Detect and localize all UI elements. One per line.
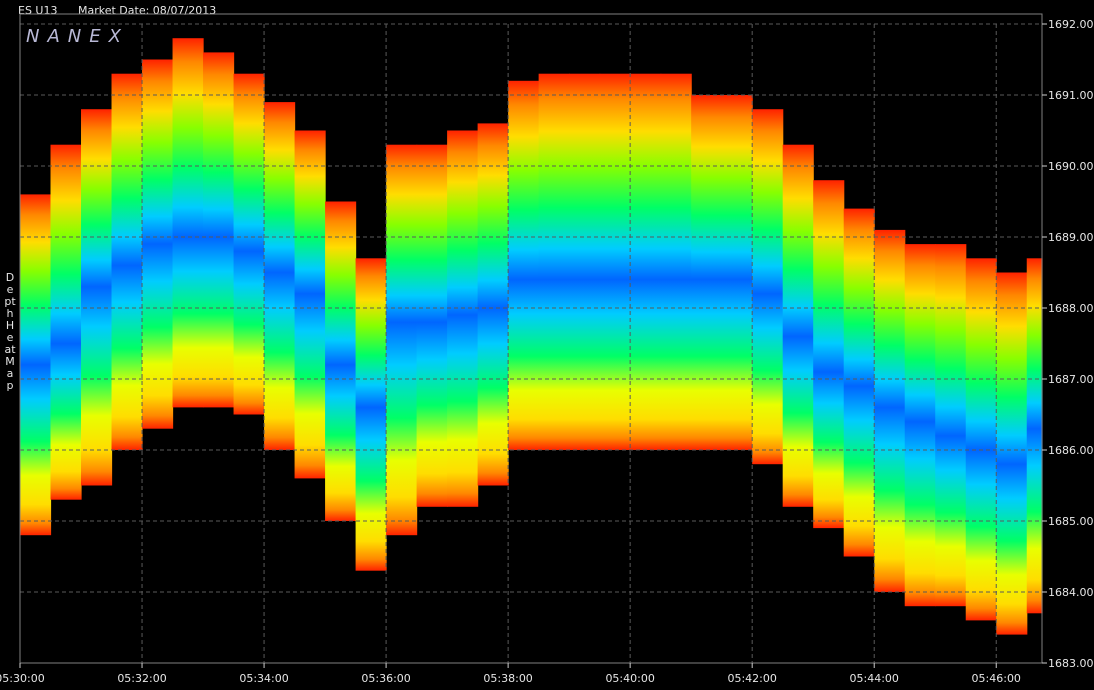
y-tick-label: 1686.00 [1048, 444, 1094, 457]
heat-layer [20, 38, 1043, 635]
x-tick-label: 05:40:00 [605, 672, 654, 685]
heat-column [599, 73, 631, 450]
heat-column [233, 73, 265, 415]
heat-column [294, 130, 326, 479]
y-tick-label: 1683.00 [1048, 657, 1094, 670]
x-tick-label: 05:42:00 [727, 672, 776, 685]
y-tick-label: 1689.00 [1048, 231, 1094, 244]
heat-column [508, 80, 540, 451]
heat-column [630, 73, 662, 450]
heat-column [203, 52, 235, 408]
x-tick-label: 05:46:00 [972, 672, 1021, 685]
heat-column [996, 272, 1028, 635]
heat-column [965, 258, 997, 621]
heat-column [935, 244, 967, 607]
x-tick-label: 05:38:00 [483, 672, 532, 685]
x-tick-label: 05:30:00 [0, 672, 45, 685]
y-tick-label: 1688.00 [1048, 302, 1094, 315]
heat-column [111, 73, 143, 450]
y-tick-label: 1691.00 [1048, 89, 1094, 102]
heat-column [477, 123, 509, 486]
y-tick-label: 1684.00 [1048, 586, 1094, 599]
y-tick-label: 1690.00 [1048, 160, 1094, 173]
heat-column [904, 244, 936, 607]
y-tick-label: 1692.00 [1048, 18, 1094, 31]
heat-column [264, 102, 296, 450]
heat-column [142, 59, 174, 429]
heat-column [660, 73, 692, 450]
x-tick-label: 05:36:00 [361, 672, 410, 685]
heat-column [752, 109, 784, 465]
heat-column [355, 258, 387, 571]
nanex-watermark: NANEX [26, 26, 129, 47]
y-tick-label: 1687.00 [1048, 373, 1094, 386]
heat-column [538, 73, 570, 450]
heat-column [20, 194, 52, 536]
heat-column [782, 144, 814, 507]
x-tick-label: 05:44:00 [850, 672, 899, 685]
chart-window: ES U13 Market Date: 08/07/2013 Depth Hea… [0, 0, 1094, 690]
y-tick-label: 1685.00 [1048, 515, 1094, 528]
heat-column [1026, 258, 1043, 614]
heat-column [691, 95, 723, 450]
heat-column [325, 201, 357, 521]
x-tick-label: 05:32:00 [117, 672, 166, 685]
heat-column [50, 144, 82, 500]
heat-column [813, 180, 845, 529]
heat-column [843, 208, 875, 557]
heat-column [569, 73, 601, 450]
heat-column [721, 95, 753, 450]
heat-column [386, 144, 418, 536]
x-tick-label: 05:34:00 [239, 672, 288, 685]
heat-column [172, 38, 204, 408]
heat-column [416, 144, 448, 507]
heat-column [874, 229, 906, 592]
depth-heat-map-chart: 1692.00 1691.00 1690.00 1689.00 1688.00 1687.… [0, 13, 1094, 685]
